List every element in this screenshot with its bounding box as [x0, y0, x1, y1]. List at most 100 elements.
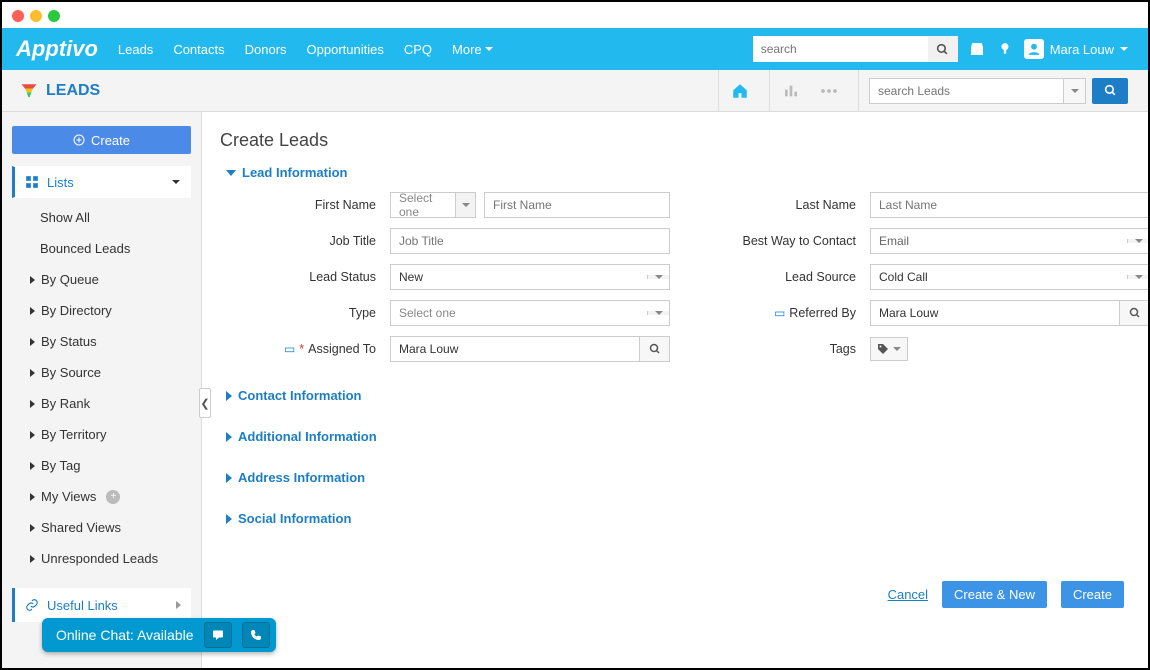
page-title: Create Leads [220, 130, 1124, 151]
plus-circle-icon [73, 134, 85, 146]
sidebar-item-by-territory[interactable]: By Territory [12, 419, 191, 450]
label-type: Type [230, 306, 380, 320]
bar-chart-icon [782, 83, 800, 99]
create-button-label: Create [91, 133, 130, 148]
grid-icon [25, 175, 39, 189]
referred-by-lookup: Mara Louw [870, 300, 1148, 326]
search-icon [1104, 84, 1117, 97]
chevron-right-icon [30, 276, 35, 284]
section-address-information[interactable]: Address Information [226, 470, 1124, 485]
chevron-right-icon [226, 432, 232, 442]
chevron-right-icon [226, 391, 232, 401]
sidebar-item-by-tag[interactable]: By Tag [12, 450, 191, 481]
notification-icon[interactable] [996, 40, 1014, 58]
sidebar-item-by-directory[interactable]: By Directory [12, 295, 191, 326]
create-and-new-button[interactable]: Create & New [942, 581, 1047, 608]
section-lead-information[interactable]: Lead Information [226, 165, 1124, 180]
section-contact-information[interactable]: Contact Information [226, 388, 1124, 403]
create-submit-button[interactable]: Create [1061, 581, 1124, 608]
chevron-down-icon [462, 203, 470, 207]
form-footer-buttons: Cancel Create & New Create [888, 581, 1124, 608]
chevron-right-icon [30, 369, 35, 377]
sidebar-item-by-status[interactable]: By Status [12, 326, 191, 357]
first-name-input[interactable] [485, 198, 669, 212]
sidebar-section-useful-links[interactable]: Useful Links [12, 588, 191, 622]
top-navbar: Apptivo Leads Contacts Donors Opportunit… [2, 28, 1148, 70]
sidebar-item-shared-views[interactable]: Shared Views [12, 512, 191, 543]
tags-button[interactable] [870, 337, 908, 361]
chat-phone-button[interactable] [242, 622, 270, 648]
best-way-select[interactable]: Email [870, 228, 1148, 254]
funnel-icon [20, 82, 38, 100]
referred-by-input[interactable]: Mara Louw [870, 300, 1120, 326]
label-lead-status: Lead Status [230, 270, 380, 284]
sidebar-item-by-queue[interactable]: By Queue [12, 264, 191, 295]
section-additional-information[interactable]: Additional Information [226, 429, 1124, 444]
minimize-window-icon[interactable] [30, 10, 42, 22]
useful-links-label: Useful Links [47, 598, 118, 613]
module-search-button[interactable] [1092, 78, 1128, 104]
sidebar-item-by-rank[interactable]: By Rank [12, 388, 191, 419]
close-window-icon[interactable] [12, 10, 24, 22]
sidebar-item-bounced-leads[interactable]: Bounced Leads [12, 233, 191, 264]
chevron-right-icon [30, 493, 35, 501]
module-search-input[interactable] [878, 84, 1055, 98]
sidebar-section-lists[interactable]: Lists [12, 166, 191, 198]
chevron-down-icon [1071, 89, 1079, 93]
label-assigned-to: ▭ * Assigned To [230, 342, 380, 356]
sidebar-item-my-views[interactable]: My Views+ [12, 481, 191, 512]
store-icon[interactable] [968, 40, 986, 58]
chart-button[interactable] [769, 70, 812, 111]
more-actions-button[interactable] [820, 70, 850, 111]
sidebar-item-by-source[interactable]: By Source [12, 357, 191, 388]
nav-cpq[interactable]: CPQ [404, 42, 432, 57]
ellipsis-icon [820, 88, 838, 94]
nav-more[interactable]: More [452, 42, 493, 57]
module-title: LEADS [2, 82, 202, 100]
nav-contacts[interactable]: Contacts [173, 42, 224, 57]
section-social-information[interactable]: Social Information [226, 511, 1124, 526]
nav-leads[interactable]: Leads [118, 42, 153, 57]
referred-by-search-button[interactable] [1120, 300, 1148, 326]
global-search-input[interactable] [753, 36, 928, 62]
chat-widget[interactable]: Online Chat: Available [42, 618, 276, 652]
chevron-down-icon [485, 47, 493, 51]
card-icon: ▭ [774, 306, 785, 320]
cancel-button[interactable]: Cancel [888, 587, 928, 602]
nav-donors[interactable]: Donors [245, 42, 287, 57]
chevron-down-icon [226, 170, 236, 176]
maximize-window-icon[interactable] [48, 10, 60, 22]
brand-logo[interactable]: Apptivo [2, 36, 112, 62]
salutation-select[interactable]: Select one [390, 192, 476, 218]
global-search-button[interactable] [928, 36, 958, 62]
home-icon [731, 82, 749, 100]
type-select[interactable]: Select one [390, 300, 670, 326]
last-name-input[interactable] [871, 198, 1148, 212]
chat-icon [211, 629, 225, 641]
chevron-down-icon [655, 311, 663, 315]
nav-opportunities[interactable]: Opportunities [307, 42, 384, 57]
chat-message-button[interactable] [204, 622, 232, 648]
create-button[interactable]: Create [12, 126, 191, 154]
sidebar-item-show-all[interactable]: Show All [12, 202, 191, 233]
user-menu[interactable]: Mara Louw [1024, 39, 1128, 59]
lead-source-select[interactable]: Cold Call [870, 264, 1148, 290]
label-first-name: First Name [230, 198, 380, 212]
search-icon [1129, 307, 1141, 319]
avatar-icon [1024, 39, 1044, 59]
chevron-down-icon [893, 347, 901, 351]
add-view-icon[interactable]: + [106, 490, 120, 504]
chevron-right-icon [176, 601, 181, 609]
chat-label: Online Chat: Available [56, 627, 194, 643]
job-title-input[interactable] [391, 234, 669, 248]
module-search-dropdown[interactable] [1064, 78, 1086, 104]
home-button[interactable] [718, 70, 761, 111]
label-lead-source: Lead Source [680, 270, 860, 284]
assigned-to-search-button[interactable] [640, 336, 670, 362]
sidebar-item-unresponded-leads[interactable]: Unresponded Leads [12, 543, 191, 574]
lead-status-select[interactable]: New [390, 264, 670, 290]
module-toolbar: LEADS [2, 70, 1148, 112]
assigned-to-input[interactable]: Mara Louw [390, 336, 640, 362]
chevron-right-icon [30, 555, 35, 563]
card-icon: ▭ [284, 342, 295, 356]
